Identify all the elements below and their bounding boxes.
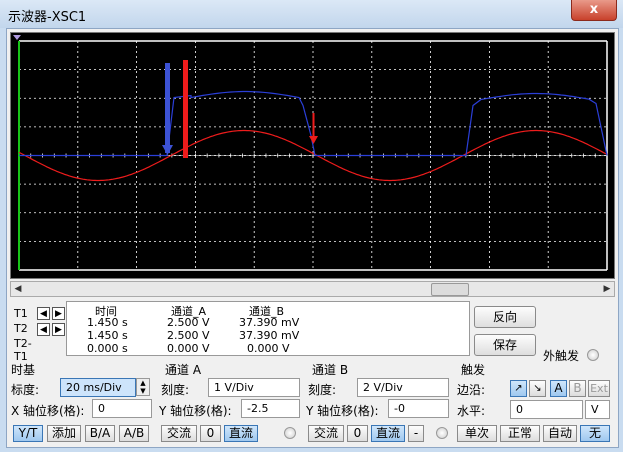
- channel-b-scale-field[interactable]: 2 V/Div: [357, 378, 449, 397]
- trigger-marker: [309, 113, 318, 144]
- t1-channel-b: 37.390 mV: [239, 316, 300, 329]
- cursor-t1[interactable]: [183, 60, 188, 158]
- channel-b-title: 通道 B: [312, 363, 349, 377]
- row-label-t2-t1: T2-T1: [14, 337, 32, 363]
- channel-b-ac-button[interactable]: 交流: [308, 425, 344, 442]
- mode-ab-button[interactable]: A/B: [119, 425, 149, 442]
- trigger-marker-arrow: [309, 136, 318, 144]
- trigger-level-unit[interactable]: V: [585, 400, 610, 419]
- spin-down-icon: ▼: [140, 387, 146, 395]
- cursor-t2-arrow: [162, 145, 173, 155]
- rising-edge-icon[interactable]: ↗: [510, 380, 527, 397]
- t2-channel-b: 37.390 mV: [239, 329, 300, 342]
- trigger-normal-button[interactable]: 正常: [500, 425, 540, 442]
- trigger-single-button[interactable]: 单次: [457, 425, 497, 442]
- channel-a-ypos-label: Y 轴位移(格):: [159, 404, 232, 418]
- trigger-title: 触发: [461, 363, 486, 377]
- title-bar[interactable]: 示波器-XSC1 x: [0, 0, 623, 28]
- trigger-source-b[interactable]: B: [569, 380, 586, 397]
- channel-a-zero-button[interactable]: 0: [200, 425, 221, 442]
- timebase-scale-spinner[interactable]: ▲ ▼: [136, 378, 150, 396]
- t1-channel-a: 2.500 V: [167, 316, 210, 329]
- cursor-t1-bar: [183, 60, 188, 158]
- channel-b-ypos-field[interactable]: -0: [388, 399, 449, 418]
- t1-left-arrow-icon[interactable]: ◀: [37, 307, 50, 320]
- window-title: 示波器-XSC1: [8, 10, 87, 25]
- channel-b-zero-button[interactable]: 0: [347, 425, 368, 442]
- trigger-auto-button[interactable]: 自动: [543, 425, 577, 442]
- diff-channel-a: 0.000 V: [167, 342, 210, 355]
- channel-b-minus-button[interactable]: -: [408, 425, 424, 442]
- t1-time: 1.450 s: [87, 316, 128, 329]
- timebase-xpos-field[interactable]: 0: [92, 399, 152, 418]
- falling-edge-icon[interactable]: ↘: [529, 380, 546, 397]
- close-icon: x: [589, 2, 599, 17]
- mode-yt-button[interactable]: Y/T: [13, 425, 43, 442]
- channel-a-ypos-field[interactable]: -2.5: [241, 399, 300, 418]
- diff-time: 0.000 s: [87, 342, 128, 355]
- trigger-none-button[interactable]: 无: [580, 425, 610, 442]
- trigger-level-label: 水平:: [457, 404, 486, 418]
- cursor-top-icon: [13, 35, 21, 40]
- mode-ba-button[interactable]: B/A: [85, 425, 115, 442]
- mode-add-button[interactable]: 添加: [47, 425, 81, 442]
- timebase-scale-field[interactable]: 20 ms/Div: [60, 378, 136, 397]
- client-area: ◀ ▶ T1 T2 T2-T1 ◀ ▶ ◀ ▶ 时间 通道_A 通道_B 1.4…: [6, 28, 619, 448]
- close-button[interactable]: x: [571, 0, 617, 21]
- scroll-left-icon[interactable]: ◀: [11, 282, 25, 296]
- channel-a-dc-button[interactable]: 直流: [224, 425, 258, 442]
- timebase-title: 时基: [11, 363, 36, 377]
- channel-a-ac-button[interactable]: 交流: [161, 425, 197, 442]
- ext-trigger-label: 外触发: [543, 349, 580, 363]
- spin-up-icon: ▲: [140, 379, 146, 387]
- trigger-source-ext[interactable]: Ext: [588, 380, 610, 397]
- channel-b-ypos-label: Y 轴位移(格):: [306, 404, 379, 418]
- save-button[interactable]: 保存: [474, 334, 536, 356]
- channel-a-title: 通道 A: [165, 363, 202, 377]
- channel-b-dc-button[interactable]: 直流: [371, 425, 405, 442]
- cursor-t2[interactable]: [162, 63, 173, 155]
- t2-right-arrow-icon[interactable]: ▶: [52, 323, 65, 336]
- trigger-level-field[interactable]: 0: [510, 400, 583, 419]
- trigger-source-a[interactable]: A: [550, 380, 567, 397]
- oscilloscope-window: 示波器-XSC1 x ◀ ▶ T1 T2 T2-T1 ◀ ▶ ◀ ▶ 时间 通道…: [0, 0, 623, 452]
- t2-left-arrow-icon[interactable]: ◀: [37, 323, 50, 336]
- t2-channel-a: 2.500 V: [167, 329, 210, 342]
- readout-table: 时间 通道_A 通道_B 1.450 s 2.500 V 37.390 mV 1…: [66, 301, 470, 356]
- reverse-button[interactable]: 反向: [474, 306, 536, 328]
- diff-channel-b: 0.000 V: [247, 342, 290, 355]
- scroll-right-icon[interactable]: ▶: [600, 282, 614, 296]
- channel-a-scale-field[interactable]: 1 V/Div: [208, 378, 300, 397]
- scope-canvas: [13, 35, 608, 271]
- timebase-scale-label: 标度:: [11, 383, 40, 397]
- ext-trigger-terminal[interactable]: [587, 349, 599, 361]
- horizontal-scrollbar[interactable]: ◀ ▶: [10, 281, 615, 297]
- t2-time: 1.450 s: [87, 329, 128, 342]
- t1-right-arrow-icon[interactable]: ▶: [52, 307, 65, 320]
- channel-b-scale-label: 刻度:: [308, 383, 337, 397]
- cursor-readout: T1 T2 T2-T1 ◀ ▶ ◀ ▶ 时间 通道_A 通道_B 1.450 s…: [10, 301, 470, 363]
- channel-b-terminal[interactable]: [436, 427, 448, 439]
- channel-a-scale-label: 刻度:: [161, 383, 190, 397]
- scope-display: [10, 32, 615, 279]
- trigger-marker-stem: [312, 113, 315, 137]
- timebase-xpos-label: X 轴位移(格):: [11, 404, 85, 418]
- cursor-t2-bar: [165, 63, 170, 153]
- channel-a-terminal[interactable]: [284, 427, 296, 439]
- trigger-edge-label: 边沿:: [457, 383, 486, 397]
- scrollbar-thumb[interactable]: [431, 283, 469, 296]
